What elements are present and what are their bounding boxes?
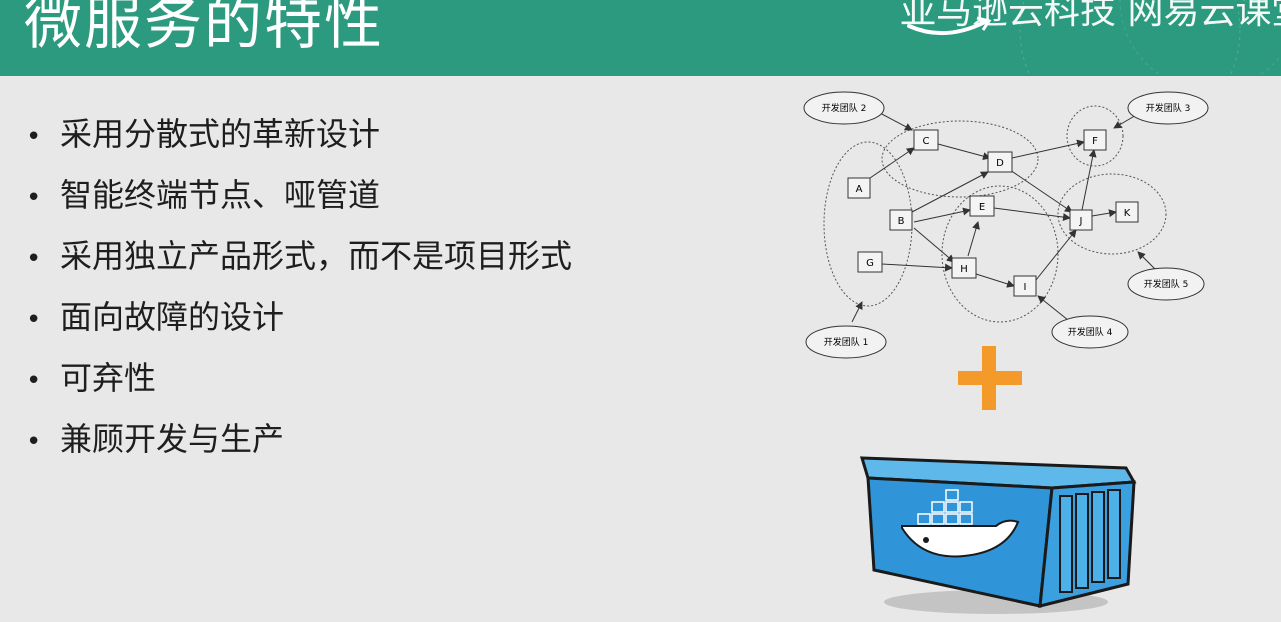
svg-text:开发团队 3: 开发团队 3	[1146, 102, 1191, 114]
arrow-h-i	[975, 273, 1015, 288]
bullet-dot-icon: •	[26, 122, 42, 152]
bullet-item: • 智能终端节点、哑管道	[26, 165, 572, 226]
node-h: H	[951, 257, 977, 279]
arrow-d-f	[1011, 139, 1085, 159]
node-d: D	[987, 151, 1013, 173]
svg-text:开发团队 4: 开发团队 4	[1068, 326, 1113, 338]
svg-text:E: E	[979, 202, 985, 213]
arrow-team5	[1137, 251, 1157, 271]
bullet-item: • 采用分散式的革新设计	[26, 104, 572, 165]
node-e: E	[969, 195, 995, 217]
svg-text:F: F	[1092, 136, 1098, 147]
arrow-j-k	[1091, 209, 1117, 218]
team-labels: 开发团队 1 开发团队 2 开发团队 3 开发团队 4 开发团队 5	[803, 91, 1209, 359]
svg-text:B: B	[898, 216, 905, 227]
microservice-team-diagram: A B C D E F G H I J K 开发团队 1 开发团队 2 开发团队…	[803, 91, 1209, 359]
bullet-item: • 采用独立产品形式，而不是项目形式	[26, 226, 572, 287]
node-a: A	[847, 177, 871, 199]
svg-text:D: D	[996, 158, 1004, 169]
bullet-text: 智能终端节点、哑管道	[60, 176, 381, 214]
bullet-dot-icon: •	[26, 366, 42, 396]
docker-container-icon	[859, 456, 1137, 614]
svg-text:开发团队 2: 开发团队 2	[822, 102, 867, 114]
logo-smile-icon	[907, 16, 992, 36]
svg-text:J: J	[1079, 216, 1083, 227]
bullet-text: 面向故障的设计	[60, 298, 285, 336]
node-i: I	[1013, 275, 1037, 297]
node-j: J	[1069, 209, 1093, 231]
team-boundary	[881, 120, 1039, 198]
arrow-d-j	[1009, 169, 1073, 213]
node-k: K	[1115, 201, 1139, 223]
svg-text:K: K	[1124, 208, 1131, 219]
slide-header: 微服务的特性 亚马逊云科技 网易云课堂	[0, 0, 1281, 76]
svg-text:开发团队 1: 开发团队 1	[824, 336, 869, 348]
bullet-text: 兼顾开发与生产	[60, 420, 285, 458]
team-boundary	[941, 185, 1059, 323]
bullet-item: • 兼顾开发与生产	[26, 409, 572, 470]
svg-text:开发团队 5: 开发团队 5	[1144, 278, 1189, 290]
arrow-i-j	[1035, 229, 1077, 281]
node-g: G	[857, 251, 883, 273]
bullet-list: • 采用分散式的革新设计 • 智能终端节点、哑管道 • 采用独立产品形式，而不是项目形…	[26, 104, 572, 470]
arrow-b-e	[913, 207, 971, 223]
bullet-dot-icon: •	[26, 244, 42, 274]
team-5-bubble: 开发团队 5	[1127, 267, 1205, 301]
slide-title: 微服务的特性	[24, 0, 385, 57]
bullet-text: 采用分散式的革新设计	[60, 115, 381, 153]
arrow-team4	[1037, 295, 1069, 321]
node-c: C	[913, 129, 939, 151]
arrow-team1	[851, 301, 863, 323]
arrow-h-e	[967, 221, 980, 257]
team-4-bubble: 开发团队 4	[1051, 315, 1129, 349]
bullet-dot-icon: •	[26, 427, 42, 457]
bullet-text: 可弃性	[60, 359, 157, 397]
bullet-dot-icon: •	[26, 305, 42, 335]
arrow-team2	[877, 111, 913, 131]
node-f: F	[1083, 129, 1107, 151]
arrow-a-c	[869, 147, 915, 179]
arrow-c-d	[937, 143, 991, 161]
bullet-item: • 面向故障的设计	[26, 287, 572, 348]
svg-text:H: H	[960, 264, 968, 275]
arrow-g-h	[881, 263, 953, 272]
svg-text:G: G	[866, 258, 874, 269]
service-nodes: A B C D E F G H I J K	[847, 129, 1139, 297]
svg-text:C: C	[923, 136, 930, 147]
arrow-b-h	[913, 227, 955, 263]
svg-text:I: I	[1024, 282, 1027, 293]
bullet-item: • 可弃性	[26, 348, 572, 409]
svg-text:A: A	[856, 184, 863, 195]
team-1-bubble: 开发团队 1	[805, 325, 887, 359]
bullet-dot-icon: •	[26, 183, 42, 213]
node-b: B	[889, 209, 913, 231]
bullet-text: 采用独立产品形式，而不是项目形式	[60, 237, 573, 275]
plus-icon	[958, 346, 1022, 410]
team-2-bubble: 开发团队 2	[803, 91, 885, 125]
team-boundaries	[823, 105, 1167, 323]
team-3-bubble: 开发团队 3	[1127, 91, 1209, 125]
